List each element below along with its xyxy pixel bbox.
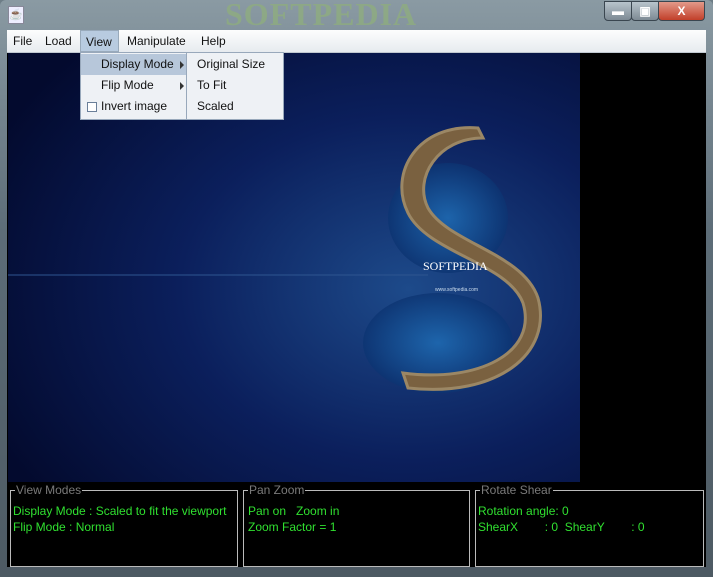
menu-bar: File Load View Manipulate Help [7,30,706,53]
menu-help[interactable]: Help [196,30,231,52]
submenu-item-to-fit[interactable]: To Fit [187,75,283,96]
menu-manipulate[interactable]: Manipulate [122,30,191,52]
flip-mode-status: Flip Mode : Normal [13,520,115,534]
submenu-item-original-size[interactable]: Original Size [187,54,283,75]
menu-file[interactable]: File [8,30,37,52]
rotation-angle-status: Rotation angle: 0 [478,504,569,518]
pan-zoom-status: Pan on Zoom in [248,504,340,518]
image-url-text: www.softpedia.com [435,287,478,293]
app-window: ☕ SOFTPEDIA ▬ ▣ X File Load View Manipul… [0,0,713,577]
rotate-shear-title: Rotate Shear [480,483,553,497]
softpedia-watermark: SOFTPEDIA [225,0,418,32]
submenu-arrow-icon [180,82,184,90]
rotate-shear-panel: Rotate Shear Rotation angle: 0 ShearX : … [475,483,704,567]
view-modes-title: View Modes [15,483,83,497]
checkbox-icon[interactable] [87,102,97,112]
menu-view[interactable]: View [80,30,119,52]
image-brand-text: SOFTPEDIA [423,259,488,273]
menu-item-display-mode[interactable]: Display Mode [81,54,187,75]
close-button[interactable]: X [658,1,705,21]
display-mode-submenu: Original Size To Fit Scaled [186,52,284,120]
menu-item-invert-image[interactable]: Invert image [81,96,187,117]
maximize-button[interactable]: ▣ [631,1,659,21]
submenu-arrow-icon [180,61,184,69]
shear-status: ShearX : 0 ShearY : 0 [478,520,645,534]
viewport: SOFTPEDIA www.softpedia.com View Modes D… [7,53,706,567]
pan-zoom-panel: Pan Zoom Pan on Zoom in Zoom Factor = 1 [243,483,470,567]
view-menu-popup: Display Mode Flip Mode Invert image [80,52,188,120]
menu-load[interactable]: Load [40,30,77,52]
minimize-button[interactable]: ▬ [604,1,632,21]
view-modes-panel: View Modes Display Mode : Scaled to fit … [10,483,238,567]
title-bar[interactable]: ☕ SOFTPEDIA ▬ ▣ X [0,0,713,32]
submenu-item-scaled[interactable]: Scaled [187,96,283,117]
zoom-factor-status: Zoom Factor = 1 [248,520,337,534]
java-app-icon[interactable]: ☕ [8,6,24,24]
pan-zoom-title: Pan Zoom [248,483,306,497]
menu-item-flip-mode[interactable]: Flip Mode [81,75,187,96]
display-mode-status: Display Mode : Scaled to fit the viewpor… [13,504,227,518]
